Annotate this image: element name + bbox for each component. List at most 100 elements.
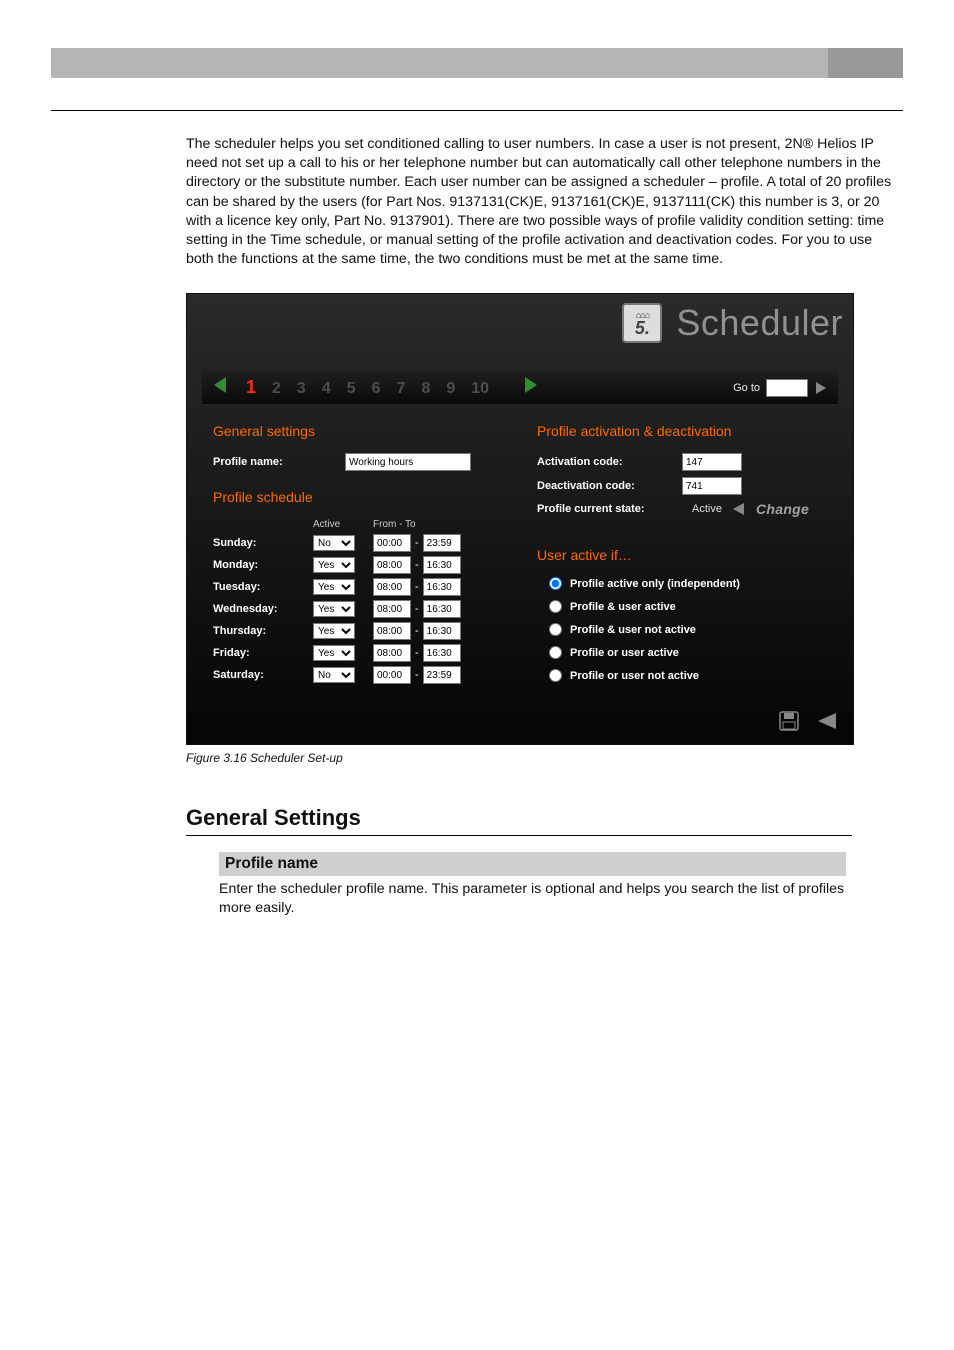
pager-page-8[interactable]: 8 xyxy=(421,380,430,397)
profile-name-h3: Profile name xyxy=(219,852,846,876)
user-active-radio[interactable] xyxy=(549,646,562,659)
active-select[interactable]: YesNo xyxy=(313,667,355,683)
intro-text: The scheduler helps you set conditioned … xyxy=(186,135,903,269)
pager-next-icon[interactable] xyxy=(521,377,539,398)
profile-name-label: Profile name: xyxy=(213,456,345,468)
to-input[interactable] xyxy=(423,556,461,574)
user-active-option-label: Profile or user active xyxy=(570,647,679,659)
pager-page-1[interactable]: 1 xyxy=(246,377,256,397)
change-icon[interactable] xyxy=(732,502,746,516)
profile-name-input[interactable] xyxy=(345,453,471,471)
user-active-radio[interactable] xyxy=(549,623,562,636)
goto-input[interactable] xyxy=(766,379,808,397)
schedule-row: Friday:YesNo - xyxy=(213,644,509,662)
goto-label: Go to xyxy=(733,382,760,394)
to-input[interactable] xyxy=(423,578,461,596)
pager-page-2[interactable]: 2 xyxy=(272,380,281,397)
to-input[interactable] xyxy=(423,622,461,640)
user-active-option[interactable]: Profile & user active xyxy=(549,600,833,613)
scheduler-panel: ⌂⌂⌂ 5. Scheduler 123456789 10 Go to xyxy=(186,293,854,745)
activation-code-input[interactable] xyxy=(682,453,742,471)
to-input[interactable] xyxy=(423,644,461,662)
save-icon[interactable] xyxy=(775,708,803,734)
active-select[interactable]: YesNo xyxy=(313,579,355,595)
pager: 123456789 10 Go to xyxy=(201,370,839,405)
active-select[interactable]: YesNo xyxy=(313,535,355,551)
activation-heading: Profile activation & deactivation xyxy=(537,423,833,439)
profile-name-description: Enter the scheduler profile name. This p… xyxy=(219,880,846,918)
goto-go-icon[interactable] xyxy=(814,381,828,395)
state-value: Active xyxy=(692,503,722,515)
user-active-option-label: Profile active only (independent) xyxy=(570,578,740,590)
page-header-bar xyxy=(51,48,903,78)
to-input[interactable] xyxy=(423,534,461,552)
day-label: Thursday: xyxy=(213,625,313,637)
user-active-radio[interactable] xyxy=(549,600,562,613)
range-dash: - xyxy=(411,537,423,549)
user-active-radio[interactable] xyxy=(549,669,562,682)
pager-page-3[interactable]: 3 xyxy=(297,380,306,397)
day-label: Wednesday: xyxy=(213,603,313,615)
from-input[interactable] xyxy=(373,644,411,662)
from-input[interactable] xyxy=(373,556,411,574)
from-input[interactable] xyxy=(373,666,411,684)
to-input[interactable] xyxy=(423,666,461,684)
col-active: Active xyxy=(313,519,373,530)
schedule-row: Monday:YesNo - xyxy=(213,556,509,574)
active-select[interactable]: YesNo xyxy=(313,601,355,617)
range-dash: - xyxy=(411,625,423,637)
deactivation-code-input[interactable] xyxy=(682,477,742,495)
back-arrow-icon[interactable] xyxy=(813,708,841,734)
to-input[interactable] xyxy=(423,600,461,618)
from-input[interactable] xyxy=(373,534,411,552)
col-from-to: From - To xyxy=(373,519,416,530)
day-label: Tuesday: xyxy=(213,581,313,593)
pager-page-6[interactable]: 6 xyxy=(372,380,381,397)
schedule-row: Sunday:YesNo - xyxy=(213,534,509,552)
user-active-option[interactable]: Profile & user not active xyxy=(549,623,833,636)
panel-title: Scheduler xyxy=(676,302,843,344)
schedule-row: Thursday:YesNo - xyxy=(213,622,509,640)
user-active-radio[interactable] xyxy=(549,577,562,590)
active-select[interactable]: YesNo xyxy=(313,645,355,661)
user-active-option[interactable]: Profile or user active xyxy=(549,646,833,659)
user-active-option-label: Profile & user active xyxy=(570,601,676,613)
state-label: Profile current state: xyxy=(537,503,682,515)
day-label: Saturday: xyxy=(213,669,313,681)
user-active-option[interactable]: Profile active only (independent) xyxy=(549,577,833,590)
schedule-row: Wednesday:YesNo - xyxy=(213,600,509,618)
pager-page-4[interactable]: 4 xyxy=(322,380,331,397)
range-dash: - xyxy=(411,669,423,681)
range-dash: - xyxy=(411,581,423,593)
general-settings-heading: General settings xyxy=(213,423,509,439)
general-settings-h2: General Settings xyxy=(186,805,852,836)
schedule-row: Saturday:YesNo - xyxy=(213,666,509,684)
scheduler-icon: ⌂⌂⌂ 5. xyxy=(622,303,662,343)
from-input[interactable] xyxy=(373,578,411,596)
day-label: Friday: xyxy=(213,647,313,659)
day-label: Sunday: xyxy=(213,537,313,549)
from-input[interactable] xyxy=(373,622,411,640)
pager-page-5[interactable]: 5 xyxy=(347,380,356,397)
user-active-option-label: Profile or user not active xyxy=(570,670,699,682)
pager-page-9[interactable]: 9 xyxy=(446,380,455,397)
figure-caption: Figure 3.16 Scheduler Set-up xyxy=(186,751,903,765)
user-active-option-label: Profile & user not active xyxy=(570,624,696,636)
pager-page-7[interactable]: 7 xyxy=(397,380,406,397)
range-dash: - xyxy=(411,559,423,571)
range-dash: - xyxy=(411,647,423,659)
deactivation-code-label: Deactivation code: xyxy=(537,480,682,492)
user-active-heading: User active if… xyxy=(537,547,833,563)
change-button[interactable]: Change xyxy=(756,501,809,517)
from-input[interactable] xyxy=(373,600,411,618)
active-select[interactable]: YesNo xyxy=(313,623,355,639)
pager-page-10[interactable]: 10 xyxy=(471,380,489,397)
range-dash: - xyxy=(411,603,423,615)
schedule-row: Tuesday:YesNo - xyxy=(213,578,509,596)
user-active-option[interactable]: Profile or user not active xyxy=(549,669,833,682)
active-select[interactable]: YesNo xyxy=(313,557,355,573)
activation-code-label: Activation code: xyxy=(537,456,682,468)
profile-schedule-heading: Profile schedule xyxy=(213,489,509,505)
day-label: Monday: xyxy=(213,559,313,571)
pager-prev-icon[interactable] xyxy=(212,377,230,398)
